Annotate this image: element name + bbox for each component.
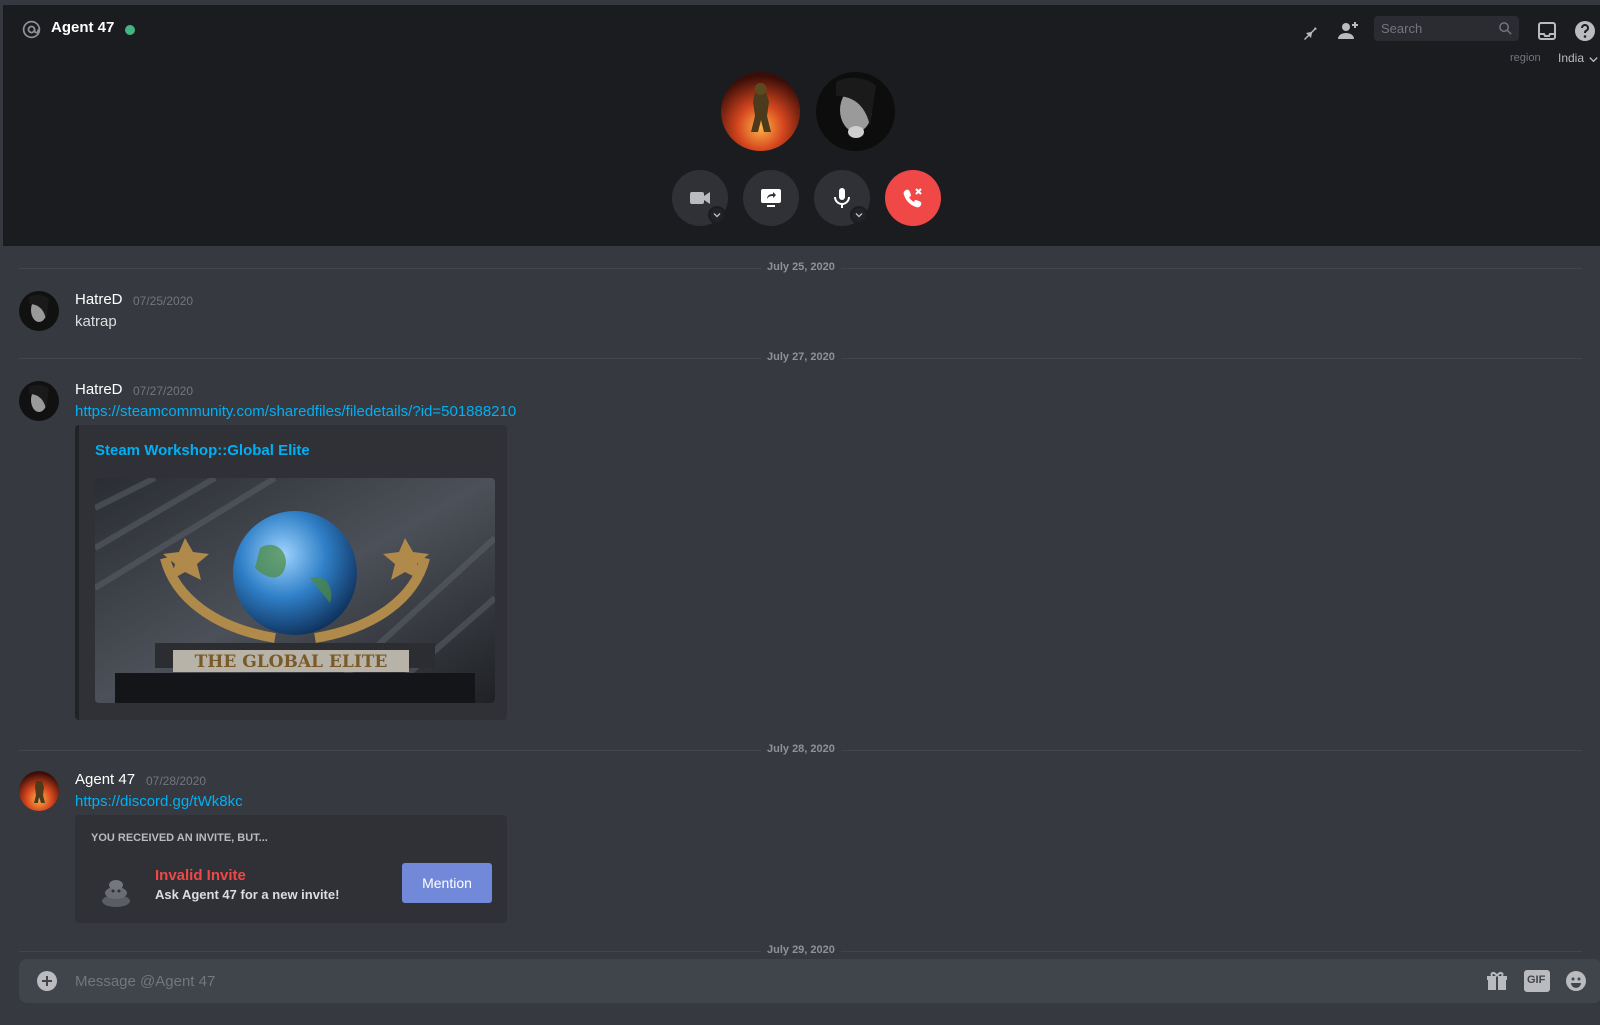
emoji-icon[interactable] <box>1564 969 1588 993</box>
embed-image[interactable]: THE GLOBAL ELITE <box>95 478 495 703</box>
add-friend-icon[interactable] <box>1336 19 1360 43</box>
message-timestamp: 07/28/2020 <box>146 774 207 788</box>
message-author[interactable]: HatreD <box>75 381 123 398</box>
embed-image-caption: THE GLOBAL ELITE <box>195 652 388 672</box>
invalid-invite-icon <box>102 880 130 907</box>
embed-title[interactable]: Steam Workshop::Global Elite <box>95 442 310 459</box>
date-divider-label: July 28, 2020 <box>761 743 841 755</box>
date-divider-label: July 25, 2020 <box>761 261 841 273</box>
hang-up-icon <box>903 188 922 208</box>
discord-dm-window: Agent 47 region India <box>0 0 1600 1025</box>
avatar[interactable] <box>19 771 59 811</box>
avatar[interactable] <box>19 381 59 421</box>
search-input[interactable] <box>1381 19 1491 38</box>
screen-share-button[interactable] <box>743 170 799 226</box>
region-select[interactable]: India <box>1558 51 1584 65</box>
message-timestamp: 07/27/2020 <box>133 384 194 398</box>
pin-icon[interactable] <box>1296 19 1320 43</box>
date-divider-label: July 27, 2020 <box>761 351 841 363</box>
message-author[interactable]: HatreD <box>75 291 123 308</box>
microphone-options-button[interactable] <box>850 206 868 224</box>
voice-call-panel: Agent 47 region India <box>3 5 1600 246</box>
invite-embed: YOU RECEIVED AN INVITE, BUT... Invalid I… <box>75 815 507 923</box>
video-camera-icon <box>690 192 710 204</box>
participant-avatar-hatred[interactable] <box>816 72 895 151</box>
message-composer: GIF <box>19 959 1600 1003</box>
invite-title: Invalid Invite <box>155 867 246 884</box>
chevron-down-icon[interactable] <box>1588 54 1599 65</box>
gift-icon[interactable] <box>1485 969 1509 993</box>
upload-plus-icon[interactable] <box>37 971 57 991</box>
search-icon <box>1499 22 1512 35</box>
inbox-icon[interactable] <box>1535 19 1559 43</box>
screen-share-icon <box>761 189 781 207</box>
channel-title: Agent 47 <box>51 19 115 36</box>
help-icon[interactable] <box>1573 19 1597 43</box>
avatar[interactable] <box>19 291 59 331</box>
invite-subtitle: Ask Agent 47 for a new invite! <box>155 887 340 902</box>
participant-avatar-agent-47[interactable] <box>721 72 800 151</box>
gif-icon[interactable]: GIF <box>1524 970 1550 992</box>
message-content: katrap <box>75 313 117 330</box>
date-divider-label: July 29, 2020 <box>761 944 841 956</box>
message-link[interactable]: https://discord.gg/tWk8kc <box>75 793 243 810</box>
chevron-down-icon <box>713 213 721 218</box>
microphone-icon <box>834 188 850 208</box>
chevron-down-icon <box>855 213 863 218</box>
message-author[interactable]: Agent 47 <box>75 771 135 788</box>
message-input[interactable] <box>75 969 1375 993</box>
search-box[interactable] <box>1374 16 1519 41</box>
message-timestamp: 07/25/2020 <box>133 294 194 308</box>
region-label: region <box>1510 52 1541 64</box>
channel-header: Agent 47 region India <box>3 5 1600 65</box>
disconnect-call-button[interactable] <box>885 170 941 226</box>
camera-options-button[interactable] <box>708 206 726 224</box>
mention-button[interactable]: Mention <box>402 863 492 903</box>
message-link[interactable]: https://steamcommunity.com/sharedfiles/f… <box>75 403 516 420</box>
at-sign-icon <box>22 20 41 39</box>
invite-heading: YOU RECEIVED AN INVITE, BUT... <box>91 832 268 844</box>
microphone-button[interactable] <box>814 170 870 226</box>
online-status-icon <box>125 25 135 35</box>
link-embed: Steam Workshop::Global Elite THE GLOBAL … <box>75 425 507 720</box>
camera-button[interactable] <box>672 170 728 226</box>
gif-label: GIF <box>1527 974 1546 986</box>
